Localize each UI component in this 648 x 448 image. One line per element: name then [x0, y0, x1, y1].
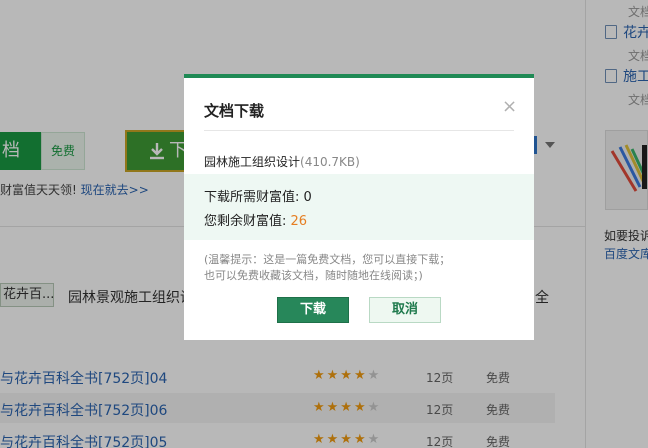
- required-wealth-value: 0: [303, 190, 312, 205]
- file-size: (410.7KB): [300, 155, 360, 169]
- remaining-wealth-value: 26: [290, 214, 308, 229]
- remaining-wealth-label: 您剩余财富值:: [204, 214, 291, 229]
- file-info: 园林施工组织设计(410.7KB): [204, 153, 360, 170]
- required-wealth-label: 下载所需财富值:: [204, 190, 304, 205]
- dialog-title: 文档下载: [204, 102, 265, 120]
- cancel-button[interactable]: 取消: [369, 297, 441, 323]
- confirm-download-button[interactable]: 下载: [277, 297, 349, 323]
- required-wealth: 下载所需财富值: 0: [204, 186, 312, 205]
- wealth-info-panel: 下载所需财富值: 0 您剩余财富值: 26: [184, 174, 534, 240]
- remaining-wealth: 您剩余财富值: 26: [204, 210, 307, 229]
- close-icon[interactable]: ×: [502, 96, 517, 117]
- dialog-divider: [204, 130, 514, 131]
- tip-text-line2: 也可以免费收藏该文档，随时随地在线阅读；): [204, 269, 423, 282]
- download-dialog: 文档下载 × 园林施工组织设计(410.7KB) 下载所需财富值: 0 您剩余财…: [184, 74, 534, 340]
- tip-text-line1: (温馨提示：这是一篇免费文档，您可以直接下载；: [204, 253, 451, 266]
- file-name: 园林施工组织设计: [204, 155, 301, 169]
